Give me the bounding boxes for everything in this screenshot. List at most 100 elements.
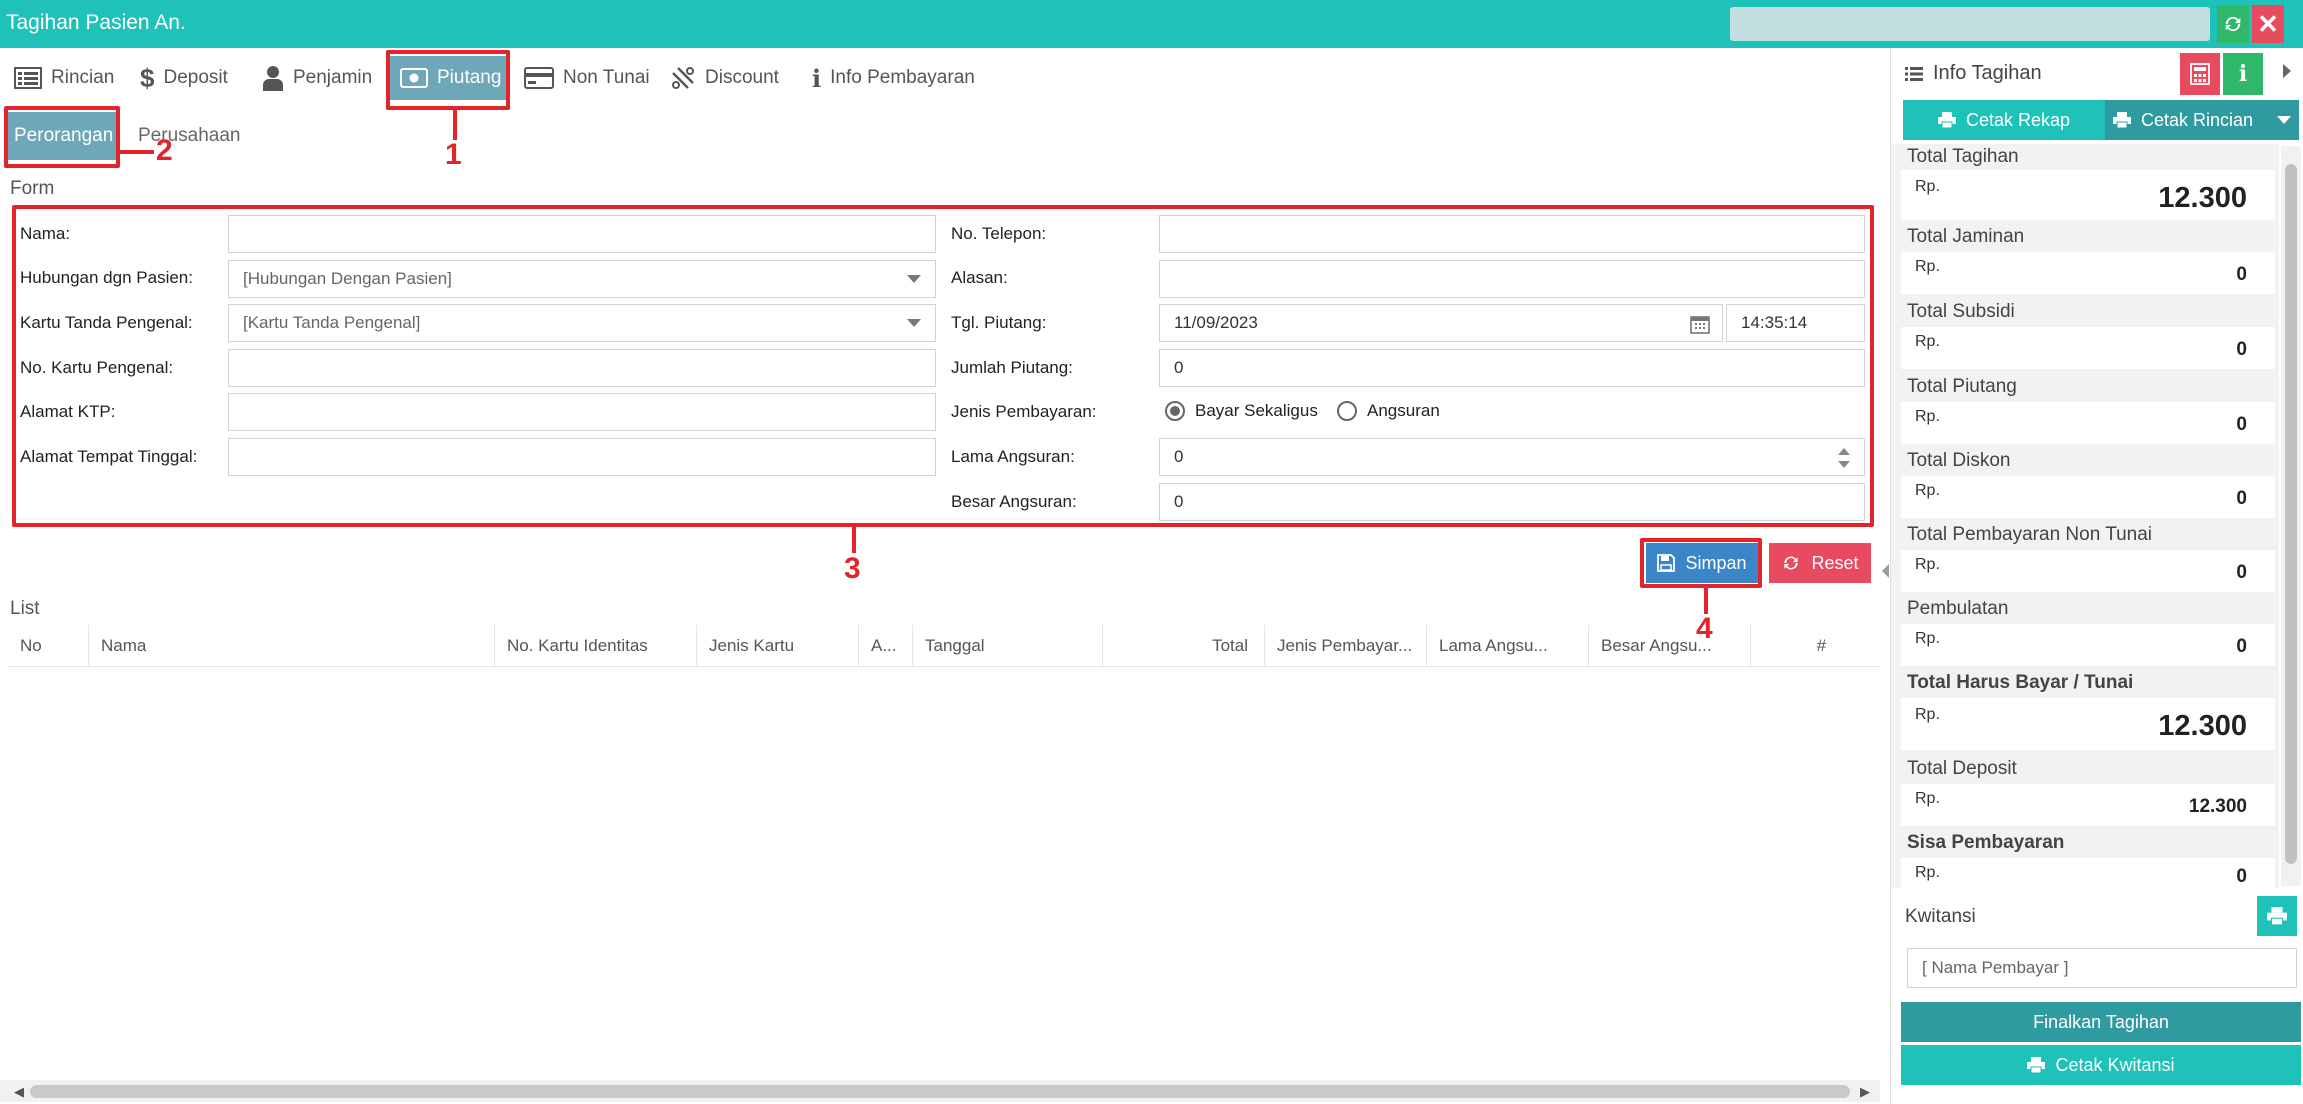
list-section-label: List — [10, 598, 40, 619]
total-subsidi-value: 0 — [2236, 339, 2247, 360]
total-deposit-value: 12.300 — [2188, 796, 2247, 817]
scrollbar-thumb[interactable] — [2285, 164, 2297, 864]
printer-icon — [2027, 1057, 2046, 1073]
list-icon — [1905, 66, 1923, 81]
credit-card-icon — [524, 67, 554, 89]
total-label: Total Tagihan — [1907, 146, 2019, 167]
total-value-row: Rp. 0 — [1901, 550, 2275, 592]
print-kwitansi-icon[interactable] — [2257, 896, 2297, 936]
total-piutang-value: 0 — [2236, 414, 2247, 435]
chevron-down-icon[interactable] — [2277, 116, 2292, 124]
annotation-number: 3 — [844, 552, 861, 585]
horizontal-scrollbar[interactable]: ◀ ▶ — [0, 1080, 1880, 1102]
total-value-row: Rp. 0 — [1901, 476, 2275, 518]
currency-label: Rp. — [1915, 258, 1940, 275]
printer-icon — [2112, 112, 2131, 128]
column-header[interactable]: Jenis Pembayar... — [1264, 625, 1426, 667]
annotation-box-3 — [12, 205, 1874, 527]
cetak-kwitansi-button[interactable]: Cetak Kwitansi — [1901, 1045, 2301, 1085]
button-label: Cetak Kwitansi — [2055, 1054, 2175, 1075]
total-jaminan-value: 0 — [2236, 264, 2247, 285]
total-label: Total Deposit — [1907, 758, 2017, 779]
total-label: Total Jaminan — [1907, 226, 2025, 247]
form-section-label: Form — [10, 178, 55, 199]
tab-label: Penjamin — [293, 67, 373, 88]
button-label: Cetak Rincian — [2140, 109, 2254, 130]
percent-icon — [672, 67, 694, 89]
pembulatan-value: 0 — [2236, 636, 2247, 657]
cetak-rekap-button[interactable]: Cetak Rekap — [1903, 100, 2105, 140]
scroll-right-icon[interactable]: ▶ — [1860, 1084, 1870, 1100]
tab-rincian[interactable]: Rincian — [2, 56, 126, 100]
annotation-box-2 — [4, 106, 120, 168]
calculator-icon[interactable] — [2180, 53, 2220, 95]
column-header[interactable]: Besar Angsu... — [1588, 625, 1750, 667]
info-icon: i — [812, 63, 822, 93]
refresh-icon — [1784, 556, 1799, 570]
chevron-right-icon[interactable] — [2283, 64, 2291, 78]
dollar-icon: $ — [140, 62, 155, 93]
annotation-line — [852, 527, 856, 553]
total-value-row: Rp. 0 — [1901, 327, 2275, 369]
column-header[interactable]: Jenis Kartu — [696, 625, 858, 667]
column-header[interactable]: No. Kartu Identitas — [494, 625, 696, 667]
total-non-tunai-value: 0 — [2236, 562, 2247, 583]
finalkan-tagihan-button[interactable]: Finalkan Tagihan — [1901, 1002, 2301, 1042]
currency-label: Rp. — [1915, 630, 1940, 647]
total-label: Sisa Pembayaran — [1907, 832, 2065, 853]
tab-deposit[interactable]: $ Deposit — [128, 56, 240, 100]
tab-info-pembayaran[interactable]: i Info Pembayaran — [800, 56, 987, 100]
column-header[interactable]: A... — [858, 625, 912, 667]
column-header[interactable]: No — [8, 625, 88, 667]
sisa-pembayaran-value: 0 — [2236, 866, 2247, 887]
total-harus-bayar-value: 12.300 — [2158, 710, 2247, 742]
list-icon — [14, 67, 42, 89]
total-value-row: Rp. 0 — [1901, 252, 2275, 294]
reset-button[interactable]: Reset — [1769, 543, 1871, 583]
title-bar: Tagihan Pasien An. ✕ — [0, 0, 2303, 48]
button-label: Cetak Rekap — [1965, 109, 2071, 130]
vertical-scrollbar[interactable] — [2281, 146, 2301, 886]
total-tagihan-value: 12.300 — [2158, 182, 2247, 214]
annotation-line — [453, 110, 457, 140]
nama-pembayar-input[interactable]: [ Nama Pembayar ] — [1907, 948, 2297, 988]
column-header[interactable]: Lama Angsu... — [1426, 625, 1588, 667]
scrollbar-thumb[interactable] — [30, 1085, 1850, 1098]
annotation-number: 2 — [156, 134, 173, 167]
currency-label: Rp. — [1915, 556, 1940, 573]
cetak-rincian-button[interactable]: Cetak Rincian — [2105, 100, 2299, 140]
kwitansi-label: Kwitansi — [1905, 906, 1976, 927]
total-label: Total Subsidi — [1907, 301, 2015, 322]
info-icon[interactable]: i — [2223, 53, 2263, 95]
column-header[interactable]: Nama — [88, 625, 494, 667]
refresh-icon[interactable] — [2217, 5, 2249, 43]
info-tagihan-panel: Info Tagihan i Cetak Rekap Cetak Rincian… — [1890, 48, 2303, 1104]
annotation-number: 1 — [445, 138, 462, 171]
total-value-row: Rp. 0 — [1901, 624, 2275, 666]
tab-label: Deposit — [163, 67, 228, 88]
button-label: Reset — [1811, 552, 1859, 573]
info-tagihan-title: Info Tagihan — [1905, 62, 2042, 85]
annotation-line — [1704, 588, 1708, 614]
currency-label: Rp. — [1915, 864, 1940, 881]
tab-discount[interactable]: Discount — [658, 56, 791, 100]
tab-label: Non Tunai — [563, 67, 650, 88]
tab-label: Info Pembayaran — [830, 67, 975, 88]
panel-title-text: Info Tagihan — [1933, 62, 2042, 84]
close-icon[interactable]: ✕ — [2252, 5, 2284, 43]
list-header: No Nama No. Kartu Identitas Jenis Kartu … — [8, 625, 1880, 667]
currency-label: Rp. — [1915, 790, 1940, 807]
user-icon — [263, 66, 283, 91]
info-tagihan-header: Info Tagihan i — [1891, 48, 2303, 98]
column-header[interactable]: Total — [1102, 625, 1264, 667]
tab-penjamin[interactable]: Penjamin — [250, 56, 384, 100]
collapse-panel-icon[interactable] — [1882, 564, 1889, 578]
currency-label: Rp. — [1915, 482, 1940, 499]
scroll-left-icon[interactable]: ◀ — [14, 1084, 24, 1100]
tab-non-tunai[interactable]: Non Tunai — [512, 56, 662, 100]
column-header[interactable]: Tanggal — [912, 625, 1102, 667]
column-header[interactable]: # — [1750, 625, 1880, 667]
subtab-bar: Perorangan Perusahaan — [0, 112, 1880, 162]
currency-label: Rp. — [1915, 408, 1940, 425]
annotation-number: 4 — [1696, 612, 1713, 645]
